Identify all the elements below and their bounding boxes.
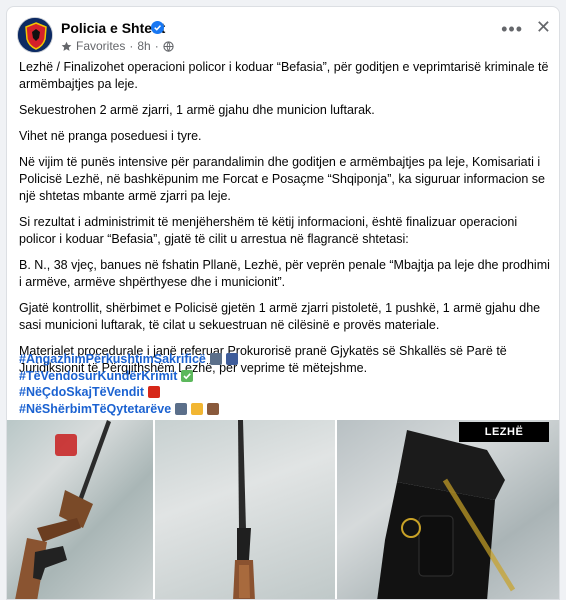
- post-header: Policia e Shtetit Favorites · 8h · ••• ✕: [7, 7, 559, 57]
- verified-badge-icon: [151, 21, 164, 34]
- page-name[interactable]: Policia e Shtetit: [61, 20, 165, 36]
- hashtag-line: #NëShërbimTëQytetarëve: [19, 401, 238, 418]
- photo-pistol[interactable]: LEZHË: [337, 420, 559, 599]
- post-paragraph: B. N., 38 vjeç, banues në fshatin Pllanë…: [19, 258, 550, 289]
- hashtag-line: #TëVendosurKundërKrimit: [19, 368, 238, 385]
- close-icon[interactable]: ✕: [536, 17, 551, 38]
- check-mark-emoji-icon: [181, 369, 194, 382]
- post-time[interactable]: 8h: [137, 39, 150, 53]
- photo-shotgun[interactable]: [155, 420, 335, 599]
- albania-flag-emoji-icon: [148, 386, 161, 399]
- post-paragraph: Lezhë / Finalizohet operacioni policor i…: [19, 60, 549, 91]
- pistol-photo-image: [377, 430, 516, 599]
- police-officer-emoji-icon: [175, 402, 188, 415]
- page-avatar[interactable]: [17, 17, 53, 53]
- hashtag-line: #AngazhimPërkushtimSakrificë: [19, 351, 238, 368]
- hashtag-list: #AngazhimPërkushtimSakrificë #TëVendosur…: [19, 351, 238, 417]
- post-paragraph: Sekuestrohen 2 armë zjarri, 1 armë gjahu…: [19, 103, 375, 117]
- hashtag[interactable]: #TëVendosurKundërKrimit: [19, 368, 177, 385]
- location-caption: LEZHË: [459, 422, 549, 442]
- person-emoji-icon: [207, 402, 220, 415]
- hashtag[interactable]: #AngazhimPërkushtimSakrificë: [19, 351, 206, 368]
- police-badge-icon: [18, 18, 52, 52]
- rifle-photo-image: [15, 420, 111, 599]
- handshake-emoji-icon: [191, 402, 204, 415]
- post-card: Policia e Shtetit Favorites · 8h · ••• ✕…: [6, 6, 560, 600]
- globe-icon: [163, 40, 174, 52]
- more-options-icon[interactable]: •••: [501, 19, 523, 40]
- post-paragraph: Vihet në pranga poseduesi i tyre.: [19, 129, 202, 143]
- shotgun-photo-image: [233, 420, 255, 599]
- post-body: Lezhë / Finalizohet operacioni policor i…: [19, 59, 551, 386]
- post-meta: Favorites · 8h ·: [61, 39, 174, 53]
- photo-grid: LEZHË: [7, 420, 559, 599]
- post-paragraph: Në vijim të punës intensive për parandal…: [19, 155, 545, 203]
- hashtag[interactable]: #NëShërbimTëQytetarëve: [19, 401, 171, 418]
- hashtag[interactable]: #NëÇdoSkajTëVendit: [19, 384, 144, 401]
- meta-separator: ·: [129, 39, 134, 53]
- post-paragraph: Gjatë kontrollit, shërbimet e Policisë g…: [19, 301, 541, 332]
- photo-rifle[interactable]: [7, 420, 153, 599]
- favorites-label[interactable]: Favorites: [76, 39, 125, 53]
- meta-separator: ·: [154, 39, 159, 53]
- post-paragraph: Si rezultat i administrimit të menjëhers…: [19, 215, 518, 246]
- star-icon: [61, 41, 72, 51]
- hashtag-line: #NëÇdoSkajTëVendit: [19, 384, 238, 401]
- police-officer-emoji-icon: [209, 353, 222, 366]
- police-car-emoji-icon: [225, 353, 238, 366]
